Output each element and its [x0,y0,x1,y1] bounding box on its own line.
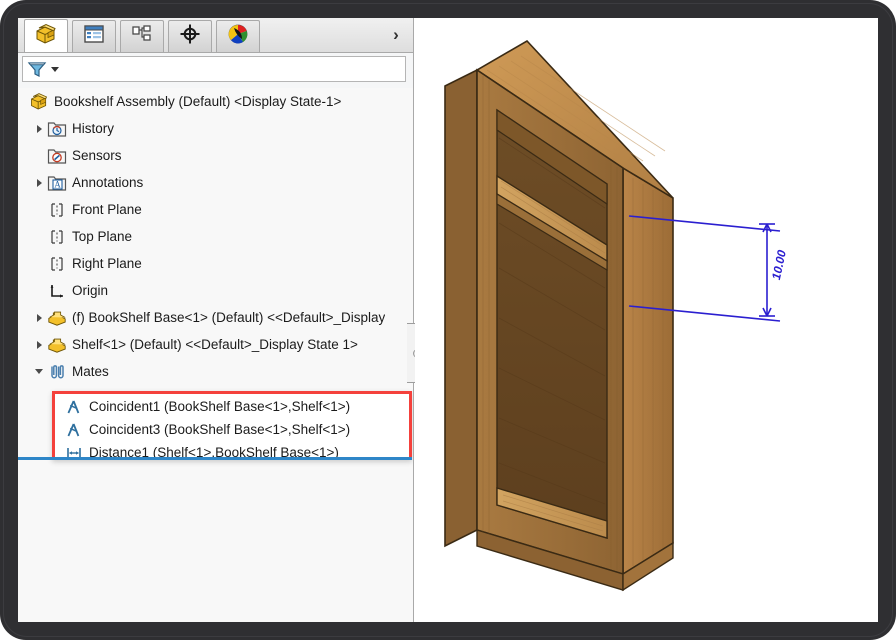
collapse-arrow-icon[interactable] [32,358,46,385]
tree-item-origin[interactable]: Origin [18,277,413,304]
distance-mate-icon [63,442,85,464]
tree-item-bookshelf-base[interactable]: (f) BookShelf Base<1> (Default) <<Defaul… [18,304,413,331]
tree-item-sensors[interactable]: Sensors [18,142,413,169]
yellow-assembly-cube-icon [34,23,58,50]
origin-axes-icon [46,280,68,302]
mates-highlight-box: Coincident1 (BookShelf Base<1>,Shelf<1>)… [52,391,412,460]
mates-paperclip-icon [46,361,68,383]
tab-dimxpert-manager[interactable] [168,20,212,52]
mate-label: Coincident3 (BookShelf Base<1>,Shelf<1>) [89,422,351,437]
mate-item-distance1[interactable]: Distance1 (Shelf<1>,BookShelf Base<1>) [55,441,409,464]
plane-icon [46,199,68,221]
selection-underline [18,457,412,460]
part-icon [46,334,68,356]
svg-text:A: A [54,179,61,189]
feature-manager-panel: › Bookshelf Assembly (Default) <Display … [18,18,429,622]
tree-item-label: Right Plane [72,256,142,271]
mate-item-coincident3[interactable]: Coincident3 (BookShelf Base<1>,Shelf<1>) [55,418,409,441]
filter-dropdown-chevron-icon[interactable] [50,65,60,73]
tree-item-label: Shelf<1> (Default) <<Default>_Display St… [72,337,358,352]
history-folder-icon [46,118,68,140]
crosshair-target-icon [179,23,201,50]
coincident-mate-icon [63,396,85,418]
tree-item-label: History [72,121,115,136]
design-tree: Bookshelf Assembly (Default) <Display St… [18,88,413,622]
tab-property-manager[interactable] [72,20,116,52]
mate-item-coincident1[interactable]: Coincident1 (BookShelf Base<1>,Shelf<1>) [55,395,409,418]
tree-item-front-plane[interactable]: Front Plane [18,196,413,223]
tree-item-label: Mates [72,364,109,379]
tab-feature-manager[interactable] [24,19,68,52]
expand-arrow-icon[interactable] [32,331,46,358]
part-icon [46,307,68,329]
tree-item-label: (f) BookShelf Base<1> (Default) <<Defaul… [72,310,386,325]
manager-tab-strip: › [18,18,413,53]
expand-arrow-icon[interactable] [32,115,46,142]
tree-item-annotations[interactable]: A Annotations [18,169,413,196]
tree-item-mates[interactable]: Mates [18,358,413,385]
configuration-tree-icon [131,24,153,49]
expand-tabs-chevron-icon[interactable]: › [383,22,409,48]
tree-filter-bar[interactable] [22,56,406,82]
tab-configuration-manager[interactable] [120,20,164,52]
tree-root-label: Bookshelf Assembly (Default) <Display St… [54,94,342,109]
tree-item-shelf[interactable]: Shelf<1> (Default) <<Default>_Display St… [18,331,413,358]
tree-item-label: Origin [72,283,109,298]
assembly-cube-icon [28,91,50,113]
tree-item-label: Front Plane [72,202,142,217]
bookshelf-assembly-3d-model[interactable] [415,18,878,622]
plane-icon [46,253,68,275]
tree-item-history[interactable]: History [18,115,413,142]
tree-item-label: Annotations [72,175,144,190]
filter-funnel-icon [26,59,48,79]
tab-display-manager[interactable] [216,20,260,52]
tree-item-top-plane[interactable]: Top Plane [18,223,413,250]
coincident-mate-icon [63,419,85,441]
graphics-area[interactable]: 10.00 [415,18,878,622]
sensors-folder-icon [46,145,68,167]
tree-item-label: Top Plane [72,229,133,244]
expand-arrow-icon[interactable] [32,304,46,331]
app-screen: › Bookshelf Assembly (Default) <Display … [18,18,878,622]
tree-item-right-plane[interactable]: Right Plane [18,250,413,277]
tree-root-item[interactable]: Bookshelf Assembly (Default) <Display St… [18,88,413,115]
mate-label: Coincident1 (BookShelf Base<1>,Shelf<1>) [89,399,351,414]
property-list-icon [83,24,105,49]
annotations-folder-icon: A [46,172,68,194]
expand-arrow-icon[interactable] [32,169,46,196]
color-sphere-icon [227,23,249,50]
tree-item-label: Sensors [72,148,122,163]
window-frame: › Bookshelf Assembly (Default) <Display … [0,0,896,640]
plane-icon [46,226,68,248]
